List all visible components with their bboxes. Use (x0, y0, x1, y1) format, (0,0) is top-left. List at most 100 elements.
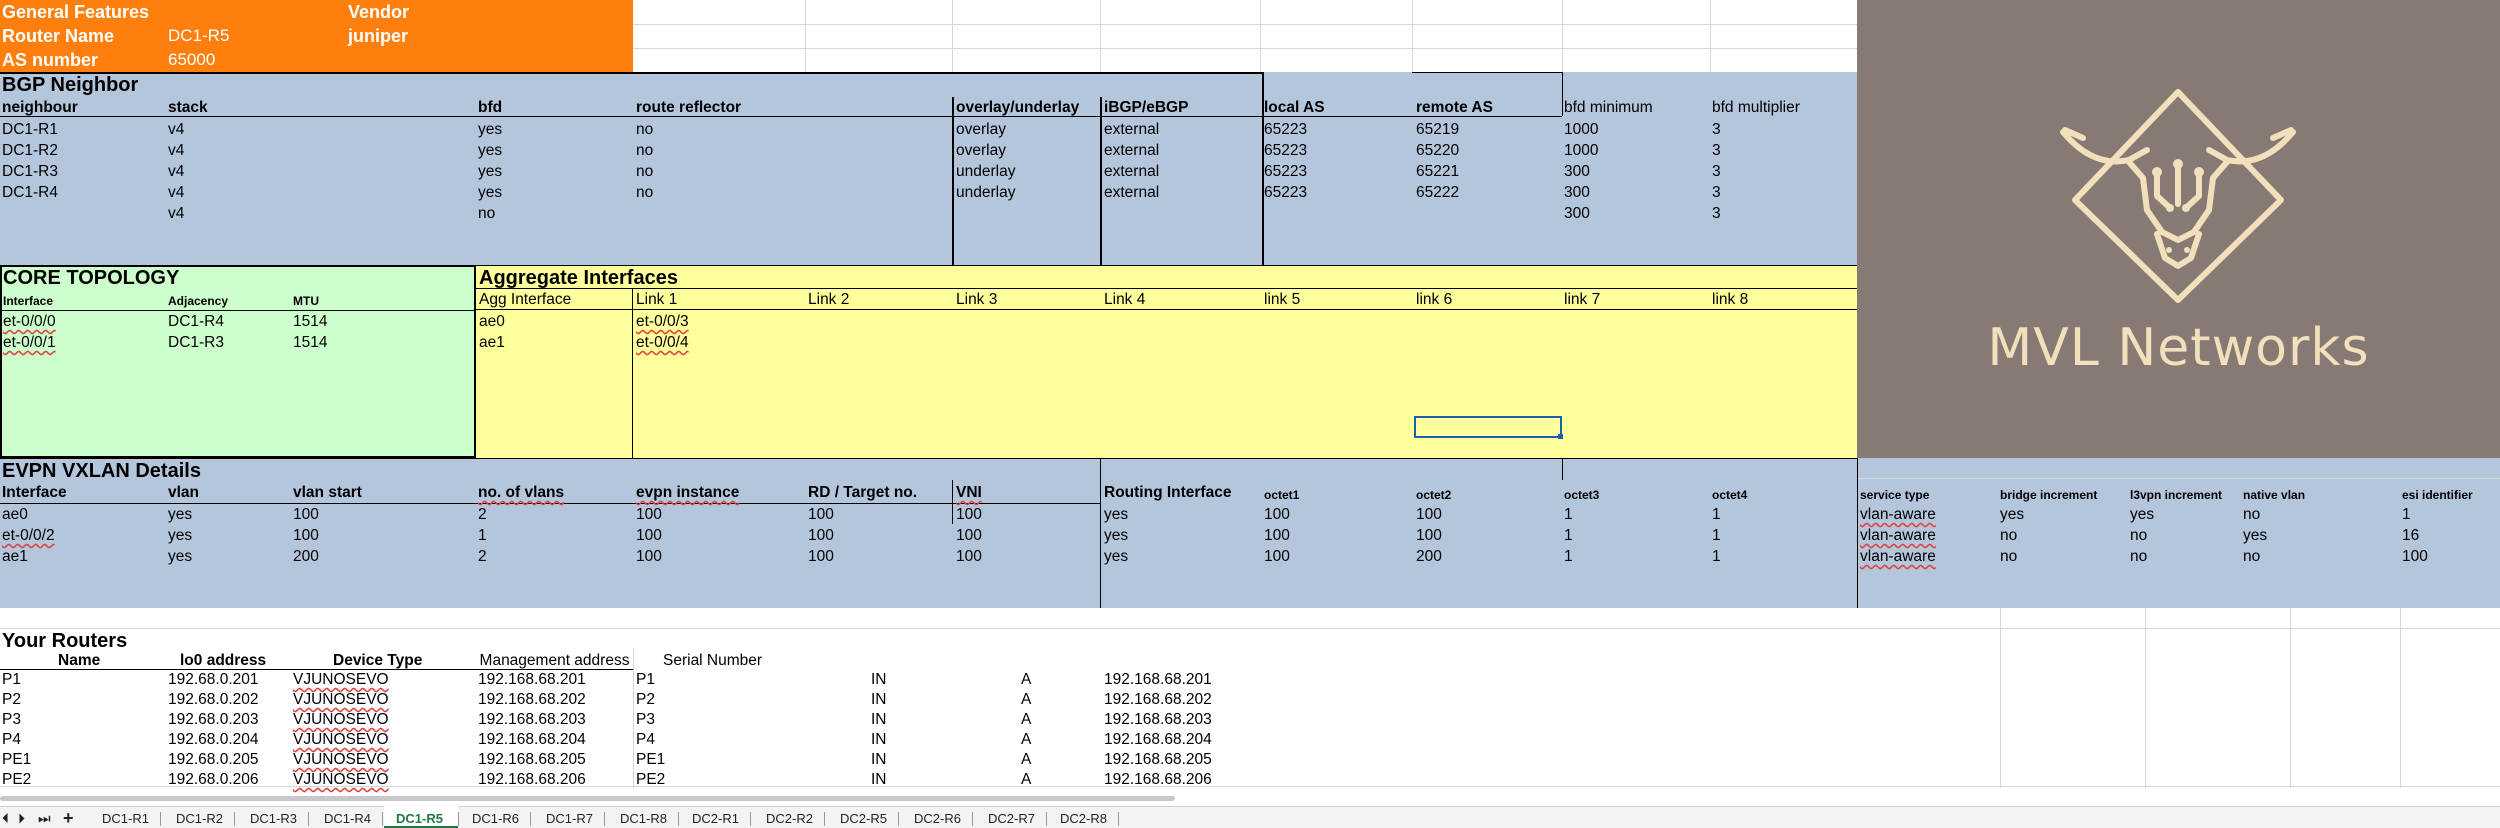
cell[interactable]: 65219 (1416, 120, 1459, 139)
tab-dc2-r5[interactable]: DC2-R5 (840, 810, 887, 828)
cell[interactable]: 200 (293, 547, 319, 566)
cell[interactable]: yes (1104, 547, 1128, 566)
tab-dc1-r6[interactable]: DC1-R6 (472, 810, 519, 828)
cell[interactable]: DC1-R1 (2, 120, 58, 139)
cell[interactable]: PE2 (636, 770, 665, 789)
cell[interactable]: 100 (636, 526, 662, 545)
cell[interactable]: IN (871, 690, 887, 709)
cell[interactable]: yes (168, 505, 192, 524)
cell[interactable]: 1 (1712, 526, 1721, 545)
cell[interactable]: 65220 (1416, 141, 1459, 160)
cell[interactable]: VJUNOSEVO (293, 730, 389, 749)
cell[interactable]: 100 (956, 526, 982, 545)
cell[interactable]: ae1 (479, 333, 505, 352)
cell[interactable]: 192.68.0.205 (168, 750, 259, 769)
cell[interactable]: yes (168, 526, 192, 545)
cell[interactable]: 192.168.68.205 (1104, 750, 1212, 769)
cell[interactable]: 100 (1416, 505, 1442, 524)
tab-dc1-r2[interactable]: DC1-R2 (176, 810, 223, 828)
cell[interactable]: no (478, 204, 495, 223)
tab-dc2-r7[interactable]: DC2-R7 (988, 810, 1035, 828)
cell[interactable]: P1 (2, 670, 21, 689)
cell[interactable]: 100 (2402, 547, 2428, 566)
tab-dc2-r8[interactable]: DC2-R8 (1060, 810, 1107, 828)
cell[interactable]: v4 (168, 162, 184, 181)
cell[interactable]: VJUNOSEVO (293, 710, 389, 729)
first-sheet-icon[interactable]: ⏴ (2, 809, 9, 827)
cell[interactable]: vlan-aware (1860, 547, 1936, 566)
cell[interactable]: 2 (478, 547, 487, 566)
cell[interactable]: 192.68.0.204 (168, 730, 259, 749)
cell[interactable]: 65223 (1264, 162, 1307, 181)
cell[interactable]: 100 (808, 505, 834, 524)
cell[interactable]: v4 (168, 183, 184, 202)
cell[interactable]: 192.68.0.201 (168, 670, 259, 689)
cell[interactable]: IN (871, 770, 887, 789)
cell[interactable]: yes (478, 162, 502, 181)
cell[interactable]: P2 (2, 690, 21, 709)
cell[interactable]: no (636, 162, 653, 181)
tab-dc1-r5[interactable]: DC1-R5 (396, 810, 443, 828)
cell[interactable]: A (1021, 730, 1031, 749)
cell[interactable]: 1 (478, 526, 487, 545)
cell[interactable]: 65223 (1264, 120, 1307, 139)
cell[interactable]: et-0/0/2 (2, 526, 55, 545)
cell[interactable]: P4 (636, 730, 655, 749)
router-name-value[interactable]: DC1-R5 (168, 26, 229, 45)
tab-dc1-r1[interactable]: DC1-R1 (102, 810, 149, 828)
cell[interactable]: VJUNOSEVO (293, 690, 389, 709)
cell[interactable]: 192.168.68.206 (1104, 770, 1212, 789)
cell[interactable]: 192.168.68.201 (478, 670, 586, 689)
cell[interactable]: ae0 (479, 312, 505, 331)
cell[interactable]: et-0/0/0 (3, 312, 56, 331)
cell[interactable]: 300 (1564, 204, 1590, 223)
cell[interactable]: PE1 (636, 750, 665, 769)
cell[interactable]: 192.168.68.204 (478, 730, 586, 749)
cell[interactable]: no (2000, 547, 2017, 566)
cell[interactable]: DC1-R3 (168, 333, 224, 352)
cell[interactable]: 65221 (1416, 162, 1459, 181)
cell[interactable]: DC1-R3 (2, 162, 58, 181)
cell[interactable]: v4 (168, 120, 184, 139)
cell[interactable]: P1 (636, 670, 655, 689)
cell[interactable]: overlay (956, 120, 1006, 139)
cell[interactable]: ae1 (2, 547, 28, 566)
cell[interactable]: 3 (1712, 204, 1721, 223)
cell[interactable]: 192.168.68.203 (478, 710, 586, 729)
cell[interactable]: P3 (2, 710, 21, 729)
cell[interactable]: 1 (1564, 505, 1573, 524)
cell[interactable]: 100 (808, 526, 834, 545)
cell[interactable]: 192.168.68.201 (1104, 670, 1212, 689)
cell[interactable]: VJUNOSEVO (293, 750, 389, 769)
cell[interactable]: A (1021, 690, 1031, 709)
cell[interactable]: et-0/0/1 (3, 333, 56, 352)
cell[interactable]: PE2 (2, 770, 31, 789)
cell[interactable]: 100 (636, 505, 662, 524)
cell[interactable]: IN (871, 730, 887, 749)
cell[interactable]: 300 (1564, 162, 1590, 181)
vendor-value[interactable]: juniper (348, 24, 408, 48)
cell[interactable]: yes (478, 183, 502, 202)
cell[interactable]: external (1104, 183, 1159, 202)
cell[interactable]: 100 (808, 547, 834, 566)
cell[interactable]: 3 (1712, 120, 1721, 139)
cell[interactable]: yes (478, 141, 502, 160)
cell[interactable]: v4 (168, 204, 184, 223)
cell[interactable]: ae0 (2, 505, 28, 524)
cell[interactable]: 100 (956, 547, 982, 566)
cell[interactable]: no (2243, 547, 2260, 566)
cell[interactable]: yes (1104, 505, 1128, 524)
cell[interactable]: external (1104, 162, 1159, 181)
cell[interactable]: 100 (293, 526, 319, 545)
cell[interactable]: vlan-aware (1860, 526, 1936, 545)
cell[interactable]: 1 (1712, 505, 1721, 524)
cell[interactable]: underlay (956, 183, 1015, 202)
cell[interactable]: IN (871, 670, 887, 689)
cell[interactable]: v4 (168, 141, 184, 160)
cell[interactable]: 1 (1564, 547, 1573, 566)
tab-dc1-r4[interactable]: DC1-R4 (324, 810, 371, 828)
cell[interactable]: yes (478, 120, 502, 139)
cell[interactable]: 1 (1564, 526, 1573, 545)
cell[interactable]: 65223 (1264, 183, 1307, 202)
cell[interactable]: 1 (1712, 547, 1721, 566)
